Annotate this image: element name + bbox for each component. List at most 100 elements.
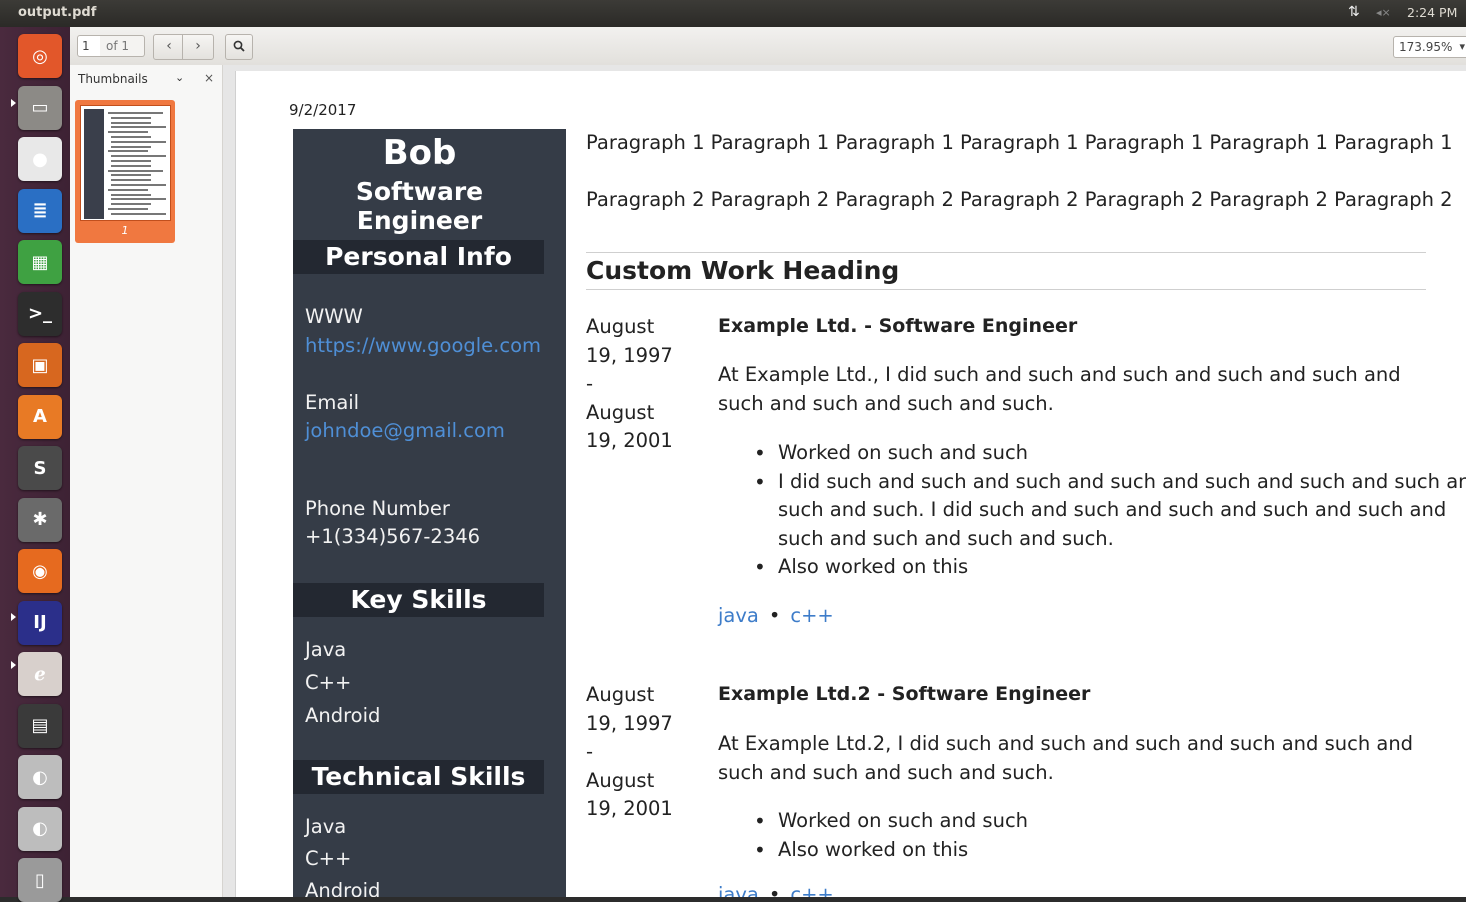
thumbnail-text-line [108,188,148,191]
running-indicator [11,99,16,107]
writer-icon[interactable]: ≣ [18,188,62,233]
personal-info-heading: Personal Info [293,240,544,274]
chevron-right-icon: › [195,38,201,54]
document-viewer-icon[interactable]: ℯ [18,652,62,696]
www-link[interactable]: https://www.google.com [305,334,541,357]
thumbnail-text-line [111,164,151,167]
tag-separator: • [768,883,781,897]
sublime-icon[interactable]: S [18,446,62,490]
thumbnail-text-line [111,155,166,158]
job-dates: August 19, 1997 - August 19, 2001 [586,681,686,824]
list-item: Also worked on this [754,836,1466,865]
close-icon[interactable]: × [204,71,214,85]
thumbnail-text-line [111,179,151,182]
paragraph-2: Paragraph 2 Paragraph 2 Paragraph 2 Para… [586,188,1453,211]
software-center-icon-glyph: A [33,406,47,427]
date-line: 19, 2001 [586,429,673,452]
viewer-toolbar: 1 of 1 ‹ › 173.95% ▾ [70,27,1466,66]
divider [586,252,1426,253]
page-count-label: of 1 [100,35,145,57]
volume-muted-icon[interactable]: ◂× [1376,6,1391,19]
thumbnail-text-line [111,145,151,148]
job-description: At Example Ltd., I did such and such and… [718,363,1401,415]
trash-icon[interactable]: ▯ [18,858,62,902]
trash-icon-glyph: ▯ [35,869,45,891]
zoom-value: 173.95% [1399,40,1453,54]
key-skill-item: Android [305,704,381,727]
ubuntu-dash-icon-glyph: ◎ [32,45,48,67]
key-skills-heading: Key Skills [293,583,544,617]
search-button[interactable] [225,34,253,60]
list-item: Worked on such and such [754,439,1466,468]
files-icon[interactable]: ▭ [18,85,62,130]
tag-link[interactable]: c++ [790,604,833,627]
dvd-icon-glyph: ◐ [32,766,48,788]
software-center-icon[interactable]: A [18,394,62,439]
tech-skill-item: C++ [305,847,352,870]
save-disk-icon[interactable]: ▤ [18,703,62,748]
email-link[interactable]: johndoe@gmail.com [305,419,505,442]
tech-skill-item: Java [305,815,347,838]
job-description: At Example Ltd.2, I did such and such an… [718,732,1414,784]
phone-label: Phone Number [305,497,450,520]
date-line: 19, 2001 [586,797,673,820]
intellij-icon[interactable]: IJ [18,600,62,645]
tag-separator: • [768,604,781,627]
technical-skills-heading: Technical Skills [293,760,544,794]
job-tags: java • c++ [718,604,834,627]
pdf-page: 9/2/2017 Bob Software Engineer Personal … [235,71,1466,897]
launcher: ◎ ▭ ● ≣ ▦ >_ ▣ A S ✱ ◉ IJ ℯ ▤ ◐ ◐ ▯ [0,27,71,902]
page-thumbnail[interactable]: 1 [75,100,175,243]
date-line: - [586,372,594,395]
document-view[interactable]: 9/2/2017 Bob Software Engineer Personal … [223,65,1466,897]
firefox-icon[interactable]: ◉ [18,549,62,593]
zoom-select[interactable]: 173.95% ▾ [1393,36,1466,58]
settings-icon[interactable]: ✱ [18,497,62,542]
job-tags: java • c++ [718,883,834,897]
divider [586,289,1426,290]
network-arrows-icon[interactable]: ⇅ [1348,4,1360,20]
key-skill-item: Java [305,638,347,661]
previous-page-button[interactable]: ‹ [153,34,185,60]
www-label: WWW [305,305,363,328]
job-dates: August 19, 1997 - August 19, 2001 [586,313,686,456]
document-viewer-icon-glyph: ℯ [34,663,46,685]
thumbnail-sidebar-block [84,109,104,219]
thumbnail-text-line [108,112,163,114]
dvd-icon-2-glyph: ◐ [32,818,48,839]
thumbnail-text-line [108,169,163,172]
job-bullets: Worked on such and such Also worked on t… [718,807,1466,864]
dvd-icon[interactable]: ◐ [18,755,62,799]
date-line: - [586,740,594,763]
resume-sidebar: Bob Software Engineer Personal Info WWW … [293,129,566,897]
chrome-icon-glyph: ● [32,148,48,170]
tag-link[interactable]: c++ [790,883,833,897]
running-indicator [11,613,16,621]
sidebar-title: Thumbnails [78,72,148,86]
key-skill-item: C++ [305,671,352,694]
files-icon-glyph: ▭ [31,97,49,118]
impress-icon[interactable]: ▣ [18,343,62,387]
chrome-icon[interactable]: ● [18,137,62,181]
tag-link[interactable]: java [718,883,759,897]
thumbnail-text-line [111,203,151,206]
thumbnail-text-line [111,174,151,177]
chevron-down-icon[interactable]: ⌄ [175,71,184,84]
tag-link[interactable]: java [718,604,759,627]
document-date: 9/2/2017 [289,101,357,119]
impress-icon-glyph: ▣ [31,354,49,376]
firefox-icon-glyph: ◉ [32,560,48,582]
thumbnail-text-line [111,136,151,138]
calc-icon[interactable]: ▦ [18,240,62,284]
tech-skill-item: Android [305,879,381,897]
clock[interactable]: 2:24 PM [1407,5,1457,20]
thumbnail-text-line [108,131,148,134]
dvd-icon-2[interactable]: ◐ [18,806,62,851]
thumbnail-text-line [108,208,148,210]
terminal-icon[interactable]: >_ [18,291,62,336]
next-page-button[interactable]: › [182,34,214,60]
list-item: Also worked on this [754,553,1466,582]
ubuntu-dash-icon[interactable]: ◎ [18,34,62,78]
list-item: I did such and such and such and such an… [754,468,1466,554]
chevron-left-icon: ‹ [166,38,172,54]
